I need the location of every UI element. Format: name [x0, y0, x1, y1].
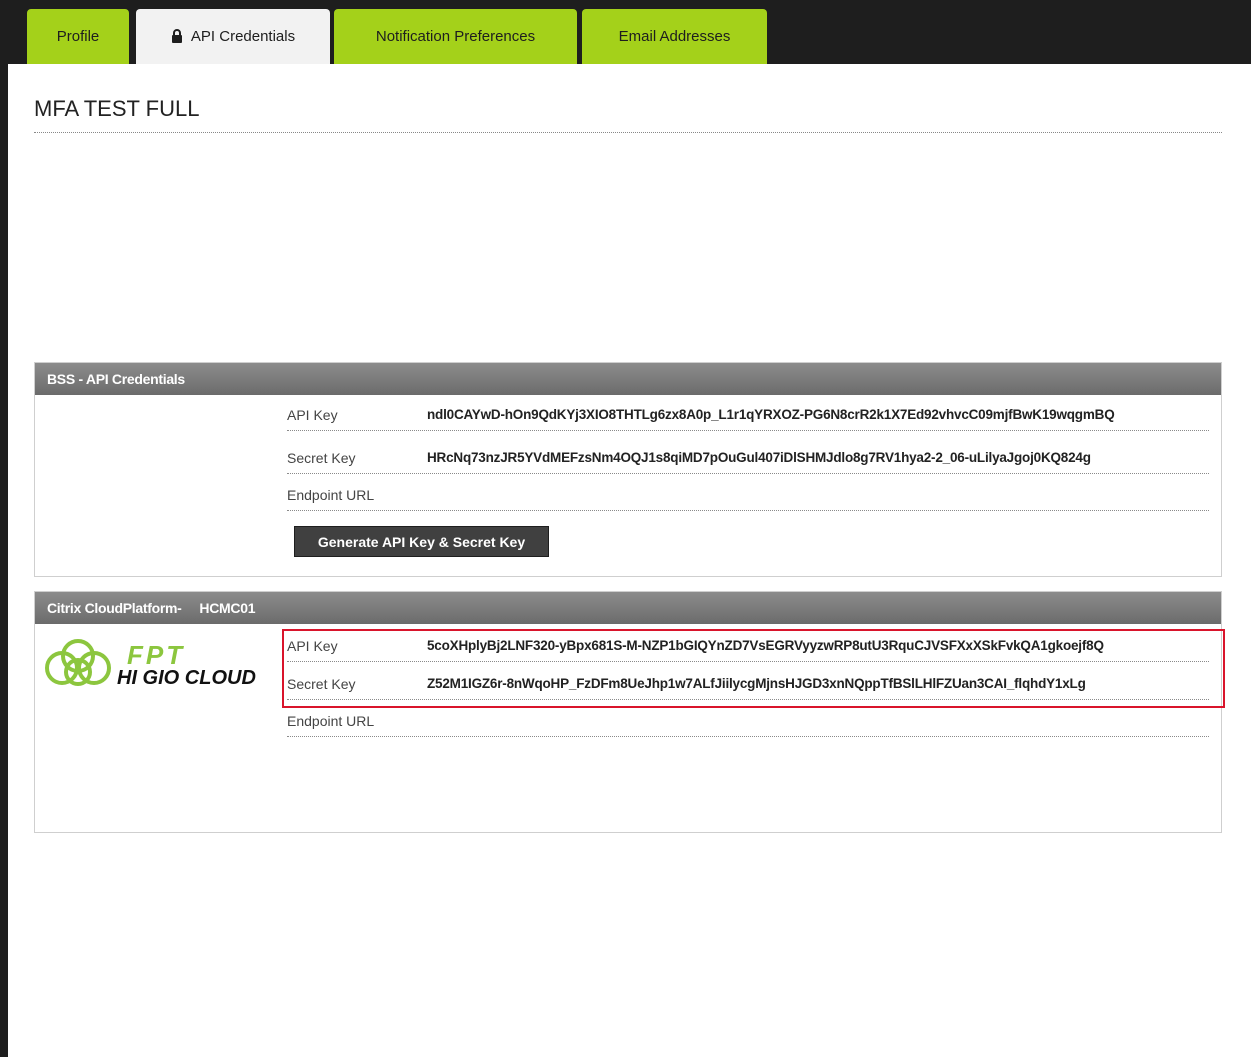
- endpoint-url-row: Endpoint URL: [287, 706, 1209, 737]
- tab-label: Notification Preferences: [375, 28, 536, 45]
- panel-header: Citrix CloudPlatform- HCMC01: [35, 592, 1221, 624]
- page-title: MFA TEST FULL: [34, 96, 1222, 133]
- lock-icon: [171, 11, 183, 66]
- api-key-label: API Key: [287, 407, 338, 423]
- fpt-hi-gio-cloud-logo: FPT HI GIO CLOUD: [35, 636, 275, 696]
- endpoint-url-label: Endpoint URL: [287, 713, 375, 729]
- api-key-row: API Key ndl0CAYwD-hOn9QdKYj3XIO8THTLg6zx…: [287, 400, 1209, 431]
- citrix-cloudplatform-panel: Citrix CloudPlatform- HCMC01 FPT HI GIO …: [34, 591, 1225, 833]
- logo-product: HI GIO CLOUD: [117, 667, 256, 689]
- secret-key-value: HRcNq73nzJR5YVdMEFzsNm4OQJ1s8qiMD7pOuGul…: [427, 450, 1091, 465]
- tab-notification-preferences[interactable]: Notification Preferences: [334, 9, 577, 64]
- tab-email-addresses[interactable]: Email Addresses: [582, 9, 767, 64]
- endpoint-url-label: Endpoint URL: [287, 487, 375, 503]
- tab-bar: Profile API Credentials Notification Pre…: [0, 0, 1251, 64]
- cloud-logo-icon: [45, 639, 111, 686]
- highlight-box: [282, 629, 1225, 708]
- tab-profile[interactable]: Profile: [27, 9, 129, 64]
- endpoint-url-row: Endpoint URL: [287, 480, 1209, 511]
- secret-key-row: Secret Key HRcNq73nzJR5YVdMEFzsNm4OQJ1s8…: [287, 443, 1209, 474]
- tab-label: Email Addresses: [618, 28, 731, 45]
- bss-api-credentials-panel: BSS - API Credentials API Key ndl0CAYwD-…: [34, 362, 1222, 577]
- tab-api-credentials[interactable]: API Credentials: [136, 9, 330, 64]
- secret-key-label: Secret Key: [287, 450, 356, 466]
- tab-label: Profile: [56, 28, 100, 45]
- panel-header: BSS - API Credentials: [35, 363, 1221, 395]
- content-area: MFA TEST FULL BSS - API Credentials API …: [8, 64, 1251, 1057]
- generate-api-key-button[interactable]: Generate API Key & Secret Key: [294, 526, 549, 557]
- api-key-value: ndl0CAYwD-hOn9QdKYj3XIO8THTLg6zx8A0p_L1r…: [427, 407, 1115, 422]
- tab-label: API Credentials: [190, 28, 296, 45]
